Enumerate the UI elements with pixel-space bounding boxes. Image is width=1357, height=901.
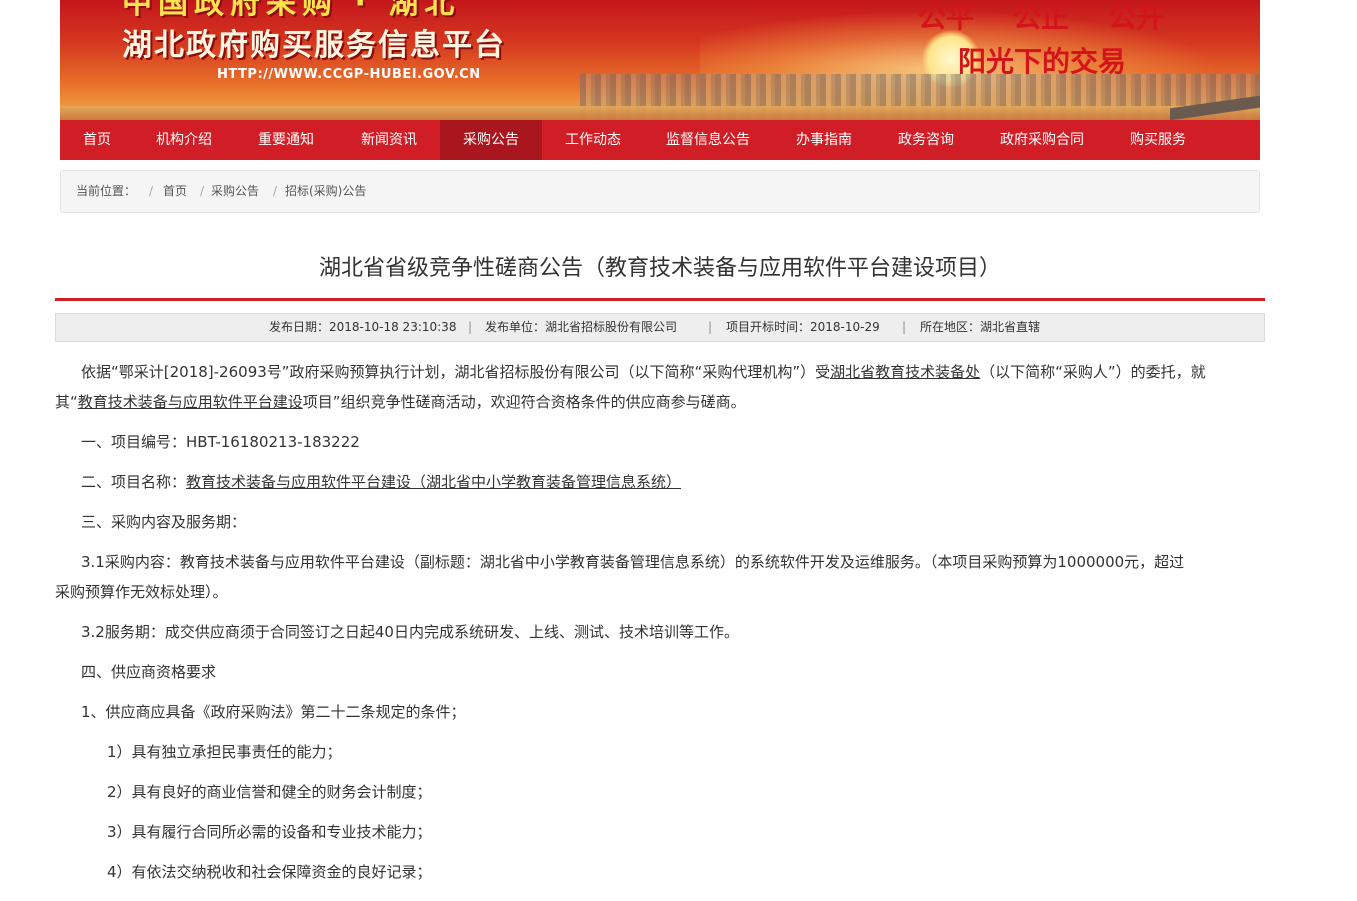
paragraph-intro-line2: 其“教育技术装备与应用软件平台建设项目”组织竞争性磋商活动，欢迎符合资格条件的供… [55,387,1258,417]
meta-separator: | [902,320,907,334]
breadcrumb-separator: / [200,184,205,198]
project-link[interactable]: 教育技术装备与应用软件平台建设 [78,393,303,411]
scope-content-line2: 采购预算作无效标处理）。 [55,583,228,601]
purchaser-link[interactable]: 湖北省教育技术装备处 [830,363,980,381]
river-graphic [60,106,1260,120]
project-name-link[interactable]: 教育技术装备与应用软件平台建设（湖北省中小学教育装备管理信息系统） [186,473,681,491]
nav-item-news[interactable]: 新闻资讯 [338,120,440,160]
nav-item-notices[interactable]: 重要通知 [234,120,338,160]
region: 所在地区：湖北省直辖 [920,320,1041,334]
nav-item-consult[interactable]: 政务咨询 [876,120,976,160]
nav-item-supervision[interactable]: 监督信息公告 [644,120,772,160]
paragraph-intro-line1: 依据“鄂采计[2018]-26093号”政府采购预算执行计划，湖北省招标股份有限… [55,357,1258,387]
qualification-sub-item: 1）具有独立承担民事责任的能力； [107,743,342,761]
text-span: （以下简称“采购人”）的委托，就 [980,363,1206,381]
text-span: 依据“鄂采计[2018]-26093号”政府采购预算执行计划，湖北省招标股份有限… [81,363,831,381]
qualification-item-1: 1、供应商应具备《政府采购法》第二十二条规定的条件； [81,703,466,721]
article-body: 依据“鄂采计[2018]-26093号”政府采购预算执行计划，湖北省招标股份有限… [55,357,1258,887]
text-span: 其“ [55,393,78,411]
nav-item-home[interactable]: 首页 [60,120,134,160]
banner-slogan-fairness: 公平 公正 公开 [918,1,1164,34]
breadcrumb: 当前位置： / 首页 / 采购公告 / 招标(采购)公告 [60,170,1260,213]
breadcrumb-separator: / [149,184,154,198]
nav-item-work-updates[interactable]: 工作动态 [542,120,644,160]
breadcrumb-home[interactable]: 首页 [163,171,187,212]
open-date: 项目开标时间：2018-10-29 [726,320,880,334]
project-name: 二、项目名称：教育技术装备与应用软件平台建设（湖北省中小学教育装备管理信息系统） [55,467,1258,497]
main-nav: 首页 机构介绍 重要通知 新闻资讯 采购公告 工作动态 监督信息公告 办事指南 … [60,120,1260,160]
banner-title-line2: 湖北政府购买服务信息平台 [122,28,506,63]
scope-content-line1: 3.1采购内容：教育技术装备与应用软件平台建设（副标题：湖北省中小学教育装备管理… [81,553,1185,571]
section-scope-heading: 三、采购内容及服务期： [81,513,247,531]
publish-date: 发布日期：2018-10-18 23:10:38 [269,320,457,334]
text-span: 二、项目名称： [81,473,187,491]
project-number: 一、项目编号：HBT-16180213-183222 [81,433,360,451]
banner-slogan-sunshine: 阳光下的交易 [958,45,1127,78]
title-divider [55,298,1265,301]
publisher: 发布单位：湖北省招标股份有限公司 [485,320,678,334]
meta-separator: | [708,320,713,334]
service-period: 3.2服务期：成交供应商须于合同签订之日起40日内完成系统研发、上线、测试、技术… [81,623,739,641]
section-qualification-heading: 四、供应商资格要求 [81,663,217,681]
text-span: 项目”组织竞争性磋商活动，欢迎符合资格条件的供应商参与磋商。 [302,393,746,411]
site-banner: 中国政府采购 · 湖北 湖北政府购买服务信息平台 HTTP://WWW.CCGP… [60,0,1260,120]
qualification-sub-item: 3）具有履行合同所必需的设备和专业技术能力； [107,823,432,841]
breadcrumb-label: 当前位置： [76,184,137,198]
breadcrumb-current: 招标(采购)公告 [285,184,367,198]
nav-item-procurement[interactable]: 采购公告 [440,120,542,160]
nav-item-guide[interactable]: 办事指南 [772,120,876,160]
banner-url: HTTP://WWW.CCGP-HUBEI.GOV.CN [217,67,481,82]
banner-title-line1: 中国政府采购 · 湖北 [122,0,461,21]
breadcrumb-procurement[interactable]: 采购公告 [211,171,259,212]
meta-separator: | [468,320,473,334]
nav-item-services[interactable]: 购买服务 [1108,120,1208,160]
article-title: 湖北省省级竞争性磋商公告（教育技术装备与应用软件平台建设项目） [318,256,1001,281]
qualification-sub-item: 2）具有良好的商业信誉和健全的财务会计制度； [107,783,432,801]
qualification-sub-item: 4）有依法交纳税收和社会保障资金的良好记录； [107,863,432,881]
nav-item-about[interactable]: 机构介绍 [134,120,234,160]
nav-item-contracts[interactable]: 政府采购合同 [976,120,1108,160]
article-meta-bar: 发布日期：2018-10-18 23:10:38 | 发布单位：湖北省招标股份有… [55,313,1265,342]
breadcrumb-separator: / [273,184,278,198]
